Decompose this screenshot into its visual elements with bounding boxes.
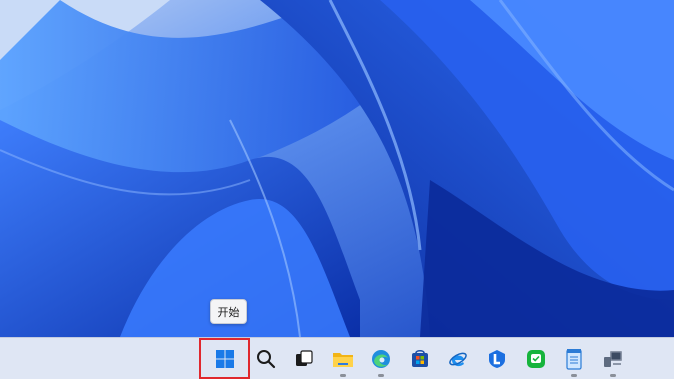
- edge-button[interactable]: [364, 342, 398, 377]
- running-indicator: [340, 374, 346, 377]
- store-icon: [412, 349, 428, 367]
- running-indicator: [378, 374, 384, 377]
- search-button[interactable]: [249, 342, 283, 376]
- search-icon: [257, 350, 276, 369]
- blue-l-app-icon: [489, 350, 505, 368]
- start-tooltip: 开始: [210, 299, 247, 324]
- wechat-icon: [527, 350, 545, 368]
- notepad-icon: [566, 349, 582, 370]
- file-explorer-button[interactable]: [326, 342, 360, 377]
- edge-icon: [372, 350, 390, 368]
- ie-icon: [449, 352, 467, 367]
- bloom-wallpaper-image: [0, 0, 674, 337]
- notepad-button[interactable]: [557, 342, 591, 377]
- start-tooltip-text: 开始: [217, 305, 240, 319]
- taskbar: [0, 337, 674, 379]
- computer-icon: [604, 351, 622, 367]
- app-pc-button[interactable]: [596, 342, 630, 377]
- wechat-button[interactable]: [519, 342, 553, 376]
- app-l-button[interactable]: [480, 342, 514, 376]
- task-view-icon: [296, 350, 313, 366]
- start-button-highlight-box: [199, 338, 250, 379]
- desktop-wallpaper: [0, 0, 674, 337]
- store-button[interactable]: [403, 342, 437, 376]
- running-indicator: [610, 374, 616, 377]
- ie-button[interactable]: [441, 342, 475, 376]
- task-view-button[interactable]: [287, 342, 321, 376]
- folder-icon: [333, 353, 353, 367]
- running-indicator: [571, 374, 577, 377]
